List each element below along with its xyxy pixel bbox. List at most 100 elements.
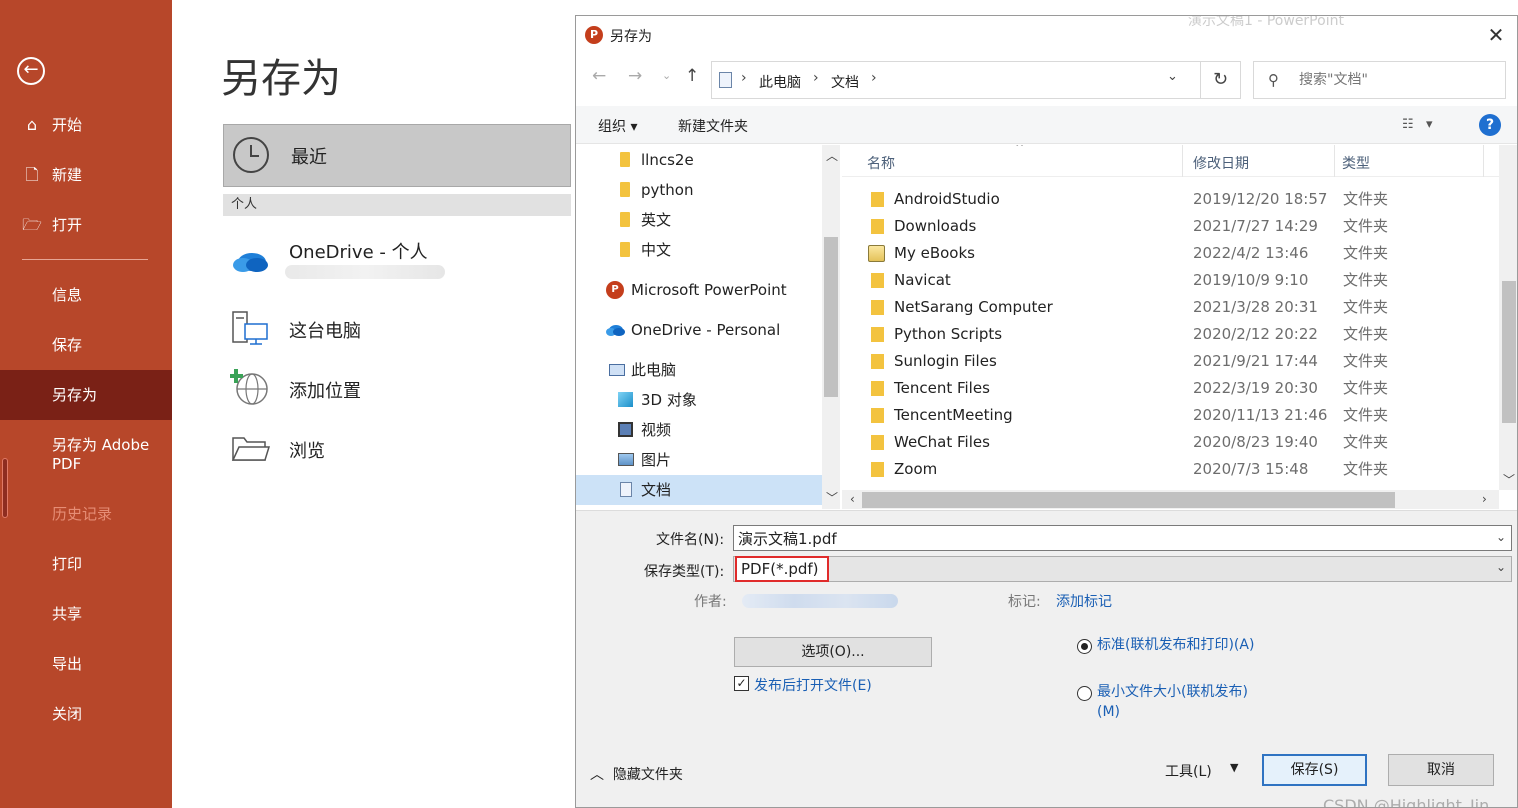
file-row[interactable]: WeChat Files 2020/8/23 19:40 文件夹 bbox=[842, 429, 1498, 456]
tools-dropdown-icon[interactable]: ▼ bbox=[1230, 761, 1238, 774]
tree-item-powerpoint[interactable]: P Microsoft PowerPoint bbox=[576, 275, 822, 305]
list-scrollbar-thumb[interactable] bbox=[1502, 281, 1516, 423]
nav-new[interactable]: 🗋 新建 bbox=[0, 150, 172, 200]
file-modified: 2019/12/20 18:57 bbox=[1193, 190, 1328, 208]
folder-icon bbox=[871, 192, 884, 207]
tree-scrollbar-thumb[interactable] bbox=[824, 237, 838, 397]
column-divider[interactable] bbox=[1334, 145, 1335, 177]
search-box[interactable]: ⚲ bbox=[1253, 61, 1506, 99]
optimize-standard-radio[interactable] bbox=[1077, 639, 1092, 654]
address-bar[interactable]: › 此电脑 › 文档 › ⌄ bbox=[711, 61, 1201, 99]
tree-item-pictures[interactable]: 图片 bbox=[576, 445, 822, 475]
tree-item-documents[interactable]: 文档 bbox=[576, 475, 822, 505]
file-row[interactable]: Tencent Files 2022/3/19 20:30 文件夹 bbox=[842, 375, 1498, 402]
cancel-button[interactable]: 取消 bbox=[1388, 754, 1494, 786]
file-row[interactable]: NetSarang Computer 2021/3/28 20:31 文件夹 bbox=[842, 294, 1498, 321]
new-folder-button[interactable]: 新建文件夹 bbox=[678, 116, 748, 136]
open-after-publish-label[interactable]: 发布后打开文件(E) bbox=[754, 675, 872, 695]
location-this-pc[interactable]: 这台电脑 bbox=[228, 308, 568, 348]
file-row[interactable]: Sunlogin Files 2021/9/21 17:44 文件夹 bbox=[842, 348, 1498, 375]
back-arrow-icon[interactable]: ← bbox=[17, 57, 45, 85]
column-modified[interactable]: 修改日期 bbox=[1193, 153, 1249, 173]
column-divider[interactable] bbox=[1483, 145, 1484, 177]
options-button[interactable]: 选项(O)... bbox=[734, 637, 932, 667]
tools-menu[interactable]: 工具(L) bbox=[1165, 761, 1212, 781]
scroll-down-icon[interactable]: ﹀ bbox=[1503, 471, 1515, 488]
file-row[interactable]: Python Scripts 2020/2/12 20:22 文件夹 bbox=[842, 321, 1498, 348]
tree-item-videos[interactable]: 视频 bbox=[576, 415, 822, 445]
filename-field[interactable]: ⌄ bbox=[733, 525, 1512, 551]
breadcrumb-chevron-icon[interactable]: › bbox=[871, 70, 877, 86]
tree-item-3d-objects[interactable]: 3D 对象 bbox=[576, 385, 822, 415]
change-view-icon[interactable]: ☷ ▾ bbox=[1402, 117, 1433, 132]
up-arrow-icon[interactable]: ↑ bbox=[685, 66, 699, 86]
column-divider[interactable] bbox=[1182, 145, 1183, 177]
nav-info[interactable]: 信息 bbox=[0, 270, 172, 320]
close-button[interactable]: ✕ bbox=[1476, 20, 1516, 50]
nav-save[interactable]: 保存 bbox=[0, 320, 172, 370]
location-recent[interactable]: 最近 bbox=[223, 124, 571, 187]
dialog-titlebar[interactable]: 演示文稿1 - PowerPoint P 另存为 ✕ bbox=[576, 16, 1517, 54]
filetype-select[interactable]: PDF(*.pdf) ⌄ bbox=[733, 556, 1512, 582]
file-name: Sunlogin Files bbox=[894, 352, 997, 370]
file-row[interactable]: AndroidStudio 2019/12/20 18:57 文件夹 bbox=[842, 186, 1498, 213]
author-value-blurred[interactable] bbox=[742, 594, 898, 608]
breadcrumb-documents[interactable]: 文档 bbox=[831, 72, 859, 92]
nav-share[interactable]: 共享 bbox=[0, 589, 172, 639]
file-row[interactable]: Downloads 2021/7/27 14:29 文件夹 bbox=[842, 213, 1498, 240]
location-add-place[interactable]: 添加位置 bbox=[228, 368, 568, 408]
scroll-right-icon[interactable]: › bbox=[1482, 492, 1487, 506]
column-name[interactable]: 名称 bbox=[867, 153, 895, 173]
location-browse[interactable]: 浏览 bbox=[228, 428, 568, 468]
breadcrumb-this-pc[interactable]: 此电脑 bbox=[759, 72, 801, 92]
nav-export[interactable]: 导出 bbox=[0, 639, 172, 689]
tree-item-english[interactable]: 英文 bbox=[576, 205, 822, 235]
column-type[interactable]: 类型 bbox=[1342, 153, 1370, 173]
breadcrumb-chevron-icon[interactable]: › bbox=[741, 70, 747, 86]
search-input[interactable] bbox=[1299, 70, 1494, 90]
list-horizontal-scrollbar-thumb[interactable] bbox=[862, 492, 1395, 508]
hide-folders-toggle[interactable]: ︿ 隐藏文件夹 bbox=[590, 764, 683, 784]
scroll-left-icon[interactable]: ‹ bbox=[850, 492, 855, 506]
nav-saveas[interactable]: 另存为 bbox=[0, 370, 172, 420]
address-dropdown-icon[interactable]: ⌄ bbox=[1167, 69, 1178, 84]
tree-item-chinese[interactable]: 中文 bbox=[576, 235, 822, 265]
forward-arrow-icon[interactable]: → bbox=[628, 66, 642, 86]
optimize-minimum-label[interactable]: 最小文件大小(联机发布)(M) bbox=[1097, 682, 1252, 722]
file-row[interactable]: Navicat 2019/10/9 9:10 文件夹 bbox=[842, 267, 1498, 294]
chevron-down-icon[interactable]: ⌄ bbox=[1496, 560, 1506, 574]
nav-scrollbar[interactable] bbox=[2, 458, 8, 518]
optimize-minimum-radio[interactable] bbox=[1077, 686, 1092, 701]
backstage-nav: ← ⌂ 开始 🗋 新建 🗁 打开 信息 保存 另存为 另存为 Adobe PDF… bbox=[0, 0, 172, 808]
chevron-down-icon[interactable]: ⌄ bbox=[1496, 530, 1506, 544]
open-after-publish-checkbox[interactable]: ✓ bbox=[734, 676, 749, 691]
computer-icon bbox=[609, 364, 625, 376]
column-headers: ^ 名称 修改日期 类型 bbox=[842, 145, 1517, 177]
file-row[interactable]: Zoom 2020/7/3 15:48 文件夹 bbox=[842, 456, 1498, 483]
file-row[interactable]: My eBooks 2022/4/2 13:46 文件夹 bbox=[842, 240, 1498, 267]
scroll-down-icon[interactable]: ﹀ bbox=[826, 489, 838, 506]
add-tag-link[interactable]: 添加标记 bbox=[1056, 591, 1112, 611]
recent-locations-chevron-icon[interactable]: ⌄ bbox=[662, 69, 671, 82]
nav-close[interactable]: 关闭 bbox=[0, 689, 172, 739]
tree-item-llncs2e[interactable]: llncs2e bbox=[576, 145, 822, 175]
nav-home[interactable]: ⌂ 开始 bbox=[0, 100, 172, 150]
nav-open[interactable]: 🗁 打开 bbox=[0, 200, 172, 250]
organize-menu[interactable]: 组织 ▾ bbox=[598, 116, 637, 136]
tree-item-onedrive[interactable]: OneDrive - Personal bbox=[576, 315, 822, 345]
filename-input[interactable] bbox=[738, 529, 1478, 548]
tags-label: 标记: bbox=[1008, 594, 1041, 610]
tree-item-this-pc[interactable]: 此电脑 bbox=[576, 355, 822, 385]
scroll-up-icon[interactable]: ︿ bbox=[826, 147, 838, 164]
file-row[interactable]: TencentMeeting 2020/11/13 21:46 文件夹 bbox=[842, 402, 1498, 429]
folder-icon bbox=[620, 212, 630, 227]
tree-item-python[interactable]: python bbox=[576, 175, 822, 205]
back-arrow-icon[interactable]: ← bbox=[592, 66, 606, 86]
nav-print[interactable]: 打印 bbox=[0, 539, 172, 589]
help-icon[interactable]: ? bbox=[1479, 114, 1501, 136]
breadcrumb-chevron-icon[interactable]: › bbox=[813, 70, 819, 86]
optimize-standard-label[interactable]: 标准(联机发布和打印)(A) bbox=[1097, 635, 1267, 655]
save-button[interactable]: 保存(S) bbox=[1262, 754, 1367, 786]
nav-saveas-adobe-pdf[interactable]: 另存为 Adobe PDF bbox=[52, 436, 172, 474]
refresh-button[interactable]: ↻ bbox=[1200, 61, 1241, 99]
